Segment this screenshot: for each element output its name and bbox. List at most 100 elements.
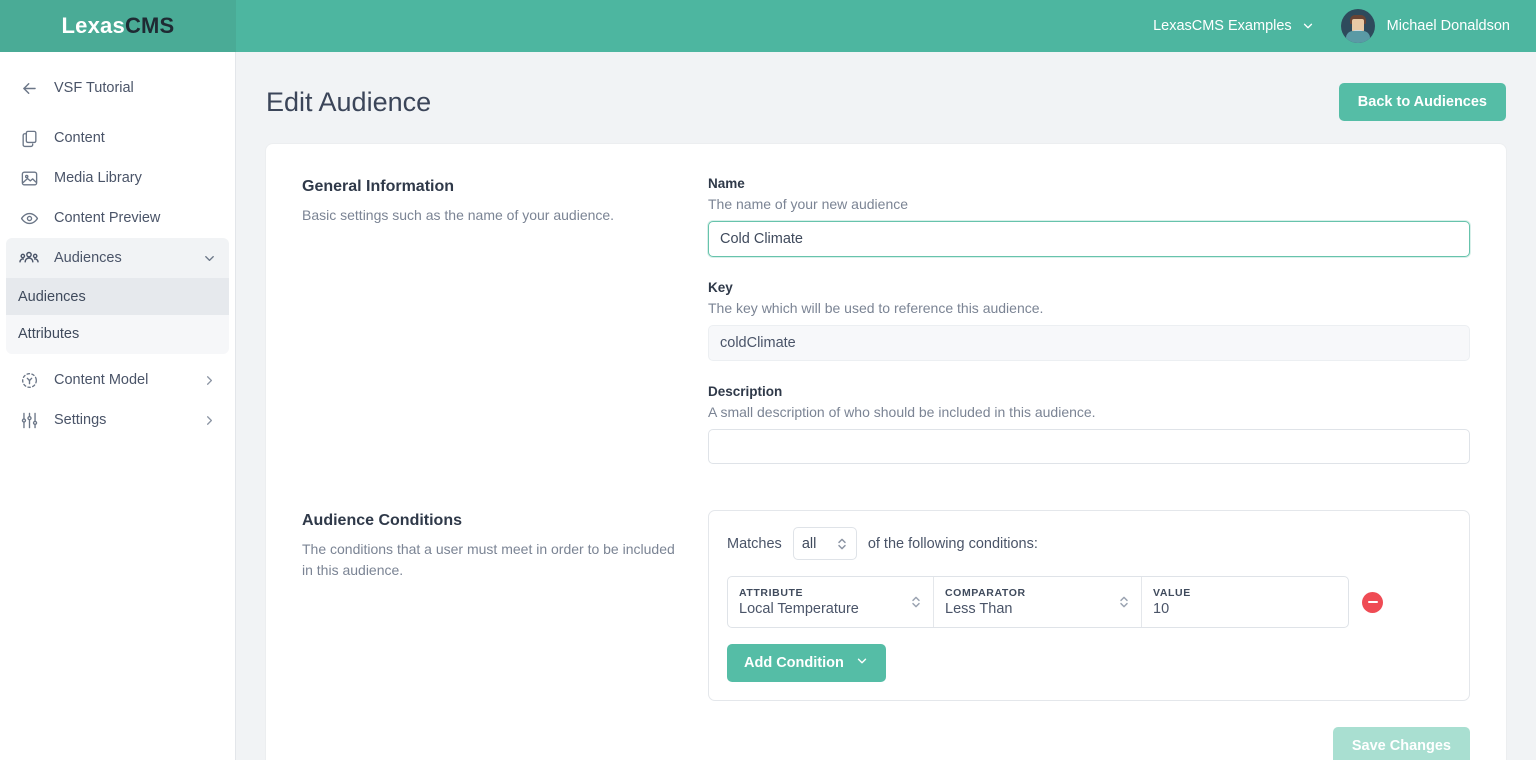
name-label: Name <box>708 176 745 191</box>
chevron-right-icon <box>202 413 217 428</box>
add-condition-button[interactable]: Add Condition <box>727 644 886 682</box>
section-title: General Information <box>302 178 455 195</box>
documents-icon <box>18 127 40 149</box>
condition-attribute-header: ATTRIBUTE <box>739 587 804 599</box>
matches-row: Matches all of the following conditions: <box>727 527 1451 560</box>
sidebar-back-label: VSF Tutorial <box>54 80 134 96</box>
key-hint: The key which will be used to reference … <box>708 300 1044 316</box>
description-field-group: Description A small description of who s… <box>708 384 1470 464</box>
audience-conditions-section: Audience Conditions The conditions that … <box>302 510 1470 760</box>
page-header: Edit Audience Back to Audiences <box>266 74 1506 130</box>
sidebar-item-label: Settings <box>54 412 107 428</box>
description-hint: A small description of who should be inc… <box>708 404 1096 420</box>
audience-conditions-body: Matches all of the following conditions: <box>708 510 1470 760</box>
page-title: Edit Audience <box>266 86 432 117</box>
condition-attribute-select[interactable]: ATTRIBUTE Local Temperature <box>728 577 934 627</box>
section-description: The conditions that a user must meet in … <box>302 541 675 578</box>
arrow-left-icon <box>18 77 40 99</box>
add-condition-label: Add Condition <box>744 655 844 671</box>
logo-primary: Lexas <box>61 13 125 38</box>
org-switcher[interactable]: LexasCMS Examples <box>1153 18 1315 34</box>
sidebar-item-label: Audiences <box>54 250 122 266</box>
condition-attribute-value: Local Temperature <box>739 601 859 617</box>
sidebar-submenu-audiences: Audiences Attributes <box>6 278 229 354</box>
condition-comparator-value: Less Than <box>945 601 1013 617</box>
up-down-chevron-icon <box>836 536 848 552</box>
org-switcher-label: LexasCMS Examples <box>1153 18 1292 34</box>
app-logo-text: LexasCMS <box>62 13 175 39</box>
save-changes-button[interactable]: Save Changes <box>1332 727 1470 760</box>
sidebar-item-label: Content <box>54 130 105 146</box>
users-icon <box>18 247 40 269</box>
condition-value-header: VALUE <box>1153 587 1191 599</box>
avatar <box>1340 9 1375 43</box>
sidebar-item-label: Content Preview <box>54 210 161 226</box>
matches-select[interactable]: all <box>792 527 857 560</box>
general-information-section: General Information Basic settings such … <box>302 176 1470 464</box>
sidebar-item-content-preview[interactable]: Content Preview <box>0 198 235 238</box>
sidebar-item-content[interactable]: Content <box>0 118 235 158</box>
audience-conditions-heading: Audience Conditions The conditions that … <box>302 510 708 581</box>
key-input <box>708 325 1470 361</box>
condition-value-inner: VALUE 10 <box>1153 587 1337 617</box>
matches-prefix-label: Matches <box>727 535 782 552</box>
sidebar-item-label: Content Model <box>54 372 149 388</box>
sidebar-item-label: Media Library <box>54 170 142 186</box>
key-field-group: Key The key which will be used to refere… <box>708 280 1470 361</box>
key-label: Key <box>708 280 733 295</box>
condition-row-wrapper: ATTRIBUTE Local Temperature COMPARATOR L… <box>727 576 1451 628</box>
sidebar-item-media-library[interactable]: Media Library <box>0 158 235 198</box>
name-input[interactable] <box>708 221 1470 257</box>
sidebar-back-vsf-tutorial[interactable]: VSF Tutorial <box>0 68 235 108</box>
condition-value-input[interactable]: VALUE 10 <box>1142 577 1348 627</box>
up-down-chevron-icon <box>910 594 922 610</box>
minus-circle-icon[interactable] <box>1362 591 1383 613</box>
name-field-group: Name The name of your new audience <box>708 176 1470 257</box>
sidebar-subitem-audiences[interactable]: Audiences <box>6 278 229 315</box>
eye-icon <box>18 207 40 229</box>
conditions-panel: Matches all of the following conditions: <box>708 510 1470 701</box>
back-to-audiences-button[interactable]: Back to Audiences <box>1338 83 1506 121</box>
condition-attribute-inner: ATTRIBUTE Local Temperature <box>739 587 910 617</box>
card-footer: Save Changes <box>708 727 1470 760</box>
user-menu[interactable]: Michael Donaldson <box>1340 9 1510 43</box>
sidebar-item-audiences[interactable]: Audiences <box>6 238 229 278</box>
chevron-right-icon <box>202 373 217 388</box>
sidebar-item-settings[interactable]: Settings <box>0 400 235 440</box>
app-logo[interactable]: LexasCMS <box>0 0 236 52</box>
logo-secondary: CMS <box>124 13 175 38</box>
minus-bar <box>1367 600 1378 604</box>
top-bar-right: LexasCMS Examples Michael Donaldson <box>1153 9 1536 43</box>
chevron-down-icon <box>1301 19 1315 33</box>
general-information-fields: Name The name of your new audience Key T… <box>708 176 1470 464</box>
section-title: Audience Conditions <box>302 512 462 529</box>
main-content: Edit Audience Back to Audiences General … <box>236 52 1536 760</box>
sidebar: VSF Tutorial Content Media Library Conte… <box>0 52 236 760</box>
matches-select-value: all <box>801 535 817 552</box>
general-information-heading: General Information Basic settings such … <box>302 176 708 226</box>
sliders-icon <box>18 409 40 431</box>
top-bar: LexasCMS LexasCMS Examples Michael Donal… <box>0 0 1536 52</box>
matches-suffix-label: of the following conditions: <box>867 535 1038 552</box>
condition-comparator-inner: COMPARATOR Less Than <box>945 587 1118 617</box>
sidebar-subitem-label: Attributes <box>18 325 80 342</box>
name-hint: The name of your new audience <box>708 196 909 212</box>
up-down-chevron-icon <box>1118 594 1130 610</box>
avatar-body <box>1345 31 1370 43</box>
description-input[interactable] <box>708 429 1470 464</box>
condition-comparator-header: COMPARATOR <box>945 587 1026 599</box>
chevron-down-icon <box>855 654 869 672</box>
user-name: Michael Donaldson <box>1386 18 1510 34</box>
edit-audience-card: General Information Basic settings such … <box>266 144 1506 760</box>
sidebar-item-content-model[interactable]: Content Model <box>0 360 235 400</box>
sidebar-subitem-attributes[interactable]: Attributes <box>6 315 229 352</box>
chevron-down-icon <box>202 251 217 266</box>
condition-comparator-select[interactable]: COMPARATOR Less Than <box>934 577 1142 627</box>
section-description: Basic settings such as the name of your … <box>302 207 615 223</box>
image-icon <box>18 167 40 189</box>
description-label: Description <box>708 384 783 399</box>
condition-row: ATTRIBUTE Local Temperature COMPARATOR L… <box>727 576 1349 628</box>
sidebar-subitem-label: Audiences <box>18 288 86 305</box>
content-model-icon <box>18 369 40 391</box>
condition-value-text: 10 <box>1153 601 1170 617</box>
